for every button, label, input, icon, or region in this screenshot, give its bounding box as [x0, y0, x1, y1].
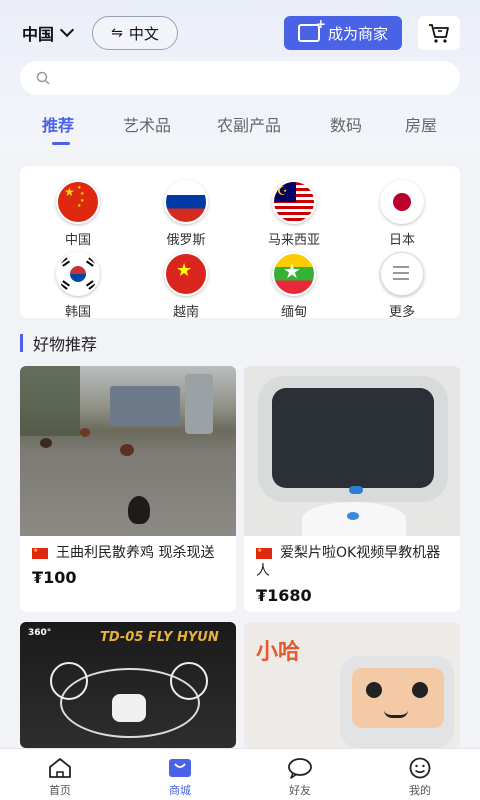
store-add-icon	[297, 17, 326, 42]
section-title: 好物推荐	[33, 335, 98, 354]
country-korea[interactable]: 韩国	[23, 252, 133, 322]
chat-icon	[288, 758, 312, 779]
nav-label: 好友	[289, 784, 311, 797]
country-selector[interactable]: 中国	[22, 22, 75, 44]
search-icon	[36, 71, 50, 85]
tab-art[interactable]: 艺术品	[123, 112, 171, 136]
country-name: 韩国	[64, 305, 91, 320]
box-badge: 360°	[28, 628, 52, 638]
country-name: 更多	[388, 305, 415, 320]
country-name: 中国	[64, 233, 91, 248]
become-merchant-button[interactable]: 成为商家	[284, 16, 402, 50]
country-japan[interactable]: 日本	[347, 180, 457, 250]
country-grid: ★ ★ ★ ★ ★ 中国 俄罗斯 ☪ 马来西亚 日本 韩国 ★ 越南 ★ 缅甸 …	[20, 166, 460, 320]
chevron-down-icon	[59, 22, 75, 38]
tab-digital[interactable]: 数码	[330, 112, 362, 136]
country-more[interactable]: 更多	[347, 252, 457, 322]
country-name: 缅甸	[280, 305, 307, 320]
china-flag-icon	[32, 547, 48, 559]
malaysia-flag-icon: ☪	[272, 180, 316, 224]
search-input[interactable]	[58, 70, 438, 86]
active-tab-indicator	[52, 142, 70, 145]
myanmar-flag-icon: ★	[272, 252, 316, 296]
korea-flag-icon	[56, 252, 100, 296]
nav-friends[interactable]: 好友	[270, 757, 330, 798]
kids-robot-box-photo: 小哈	[244, 622, 460, 748]
language-label: 中文	[128, 24, 159, 43]
country-name: 日本	[388, 233, 415, 248]
product-card[interactable]: 王曲利民散养鸡 现杀现送 ₮100	[20, 366, 236, 612]
shop-icon	[169, 759, 191, 777]
nav-shop[interactable]: 商城	[150, 757, 210, 798]
product-card[interactable]: 小哈	[244, 622, 460, 748]
drone-box-photo: 360° TD-05 FLY HYUN	[20, 622, 236, 748]
russia-flag-icon	[164, 180, 208, 224]
china-flag-icon: ★ ★ ★ ★ ★	[56, 180, 100, 224]
cart-button[interactable]	[418, 16, 460, 50]
nav-profile[interactable]: 我的	[390, 757, 450, 798]
language-switch-button[interactable]: ⇋ 中文	[92, 16, 178, 50]
product-title: 爱梨片啦OK视频早教机器人	[256, 544, 448, 580]
japan-flag-icon	[380, 180, 424, 224]
country-name: 俄罗斯	[166, 233, 206, 248]
bottom-nav: 首页 商城 好友 我的	[0, 748, 480, 800]
free-range-chicken-photo	[20, 366, 236, 536]
education-robot-photo	[244, 366, 460, 536]
country-vietnam[interactable]: ★ 越南	[131, 252, 241, 322]
country-russia[interactable]: 俄罗斯	[131, 180, 241, 250]
category-tabs: 推荐 艺术品 农副产品 数码 房屋	[0, 112, 480, 146]
home-icon	[49, 758, 71, 778]
nav-label: 我的	[409, 784, 431, 797]
country-china[interactable]: ★ ★ ★ ★ ★ 中国	[23, 180, 133, 250]
country-label: 中国	[22, 25, 55, 44]
swap-icon: ⇋	[111, 25, 123, 41]
vietnam-flag-icon: ★	[164, 252, 208, 296]
product-title: 王曲利民散养鸡 现杀现送	[32, 544, 224, 562]
country-name: 越南	[172, 305, 199, 320]
china-flag-icon	[256, 547, 272, 559]
country-name: 马来西亚	[267, 233, 320, 248]
section-header: 好物推荐	[20, 332, 97, 354]
product-price: ₮100	[32, 568, 77, 587]
profile-icon	[409, 757, 431, 779]
header: 中国 ⇋ 中文 成为商家 推荐 艺术品 农副产品 数码 房屋	[0, 0, 480, 150]
section-accent-bar	[20, 334, 23, 352]
search-bar[interactable]	[20, 61, 460, 95]
box-brand-text: TD-05 FLY HYUN	[100, 630, 219, 645]
country-myanmar[interactable]: ★ 缅甸	[239, 252, 349, 322]
merchant-label: 成为商家	[327, 24, 388, 43]
tab-housing[interactable]: 房屋	[405, 112, 437, 136]
nav-home[interactable]: 首页	[30, 757, 90, 798]
cart-icon	[429, 24, 449, 43]
country-malaysia[interactable]: ☪ 马来西亚	[239, 180, 349, 250]
product-card[interactable]: 爱梨片啦OK视频早教机器人 ₮1680	[244, 366, 460, 612]
more-icon	[380, 252, 424, 296]
product-price: ₮1680	[256, 586, 312, 605]
product-card[interactable]: 360° TD-05 FLY HYUN	[20, 622, 236, 748]
tab-recommend[interactable]: 推荐	[42, 112, 74, 136]
box-brand-text: 小哈	[256, 640, 301, 665]
nav-label: 商城	[169, 784, 191, 797]
tab-agricultural[interactable]: 农副产品	[217, 112, 281, 136]
nav-label: 首页	[49, 784, 71, 797]
